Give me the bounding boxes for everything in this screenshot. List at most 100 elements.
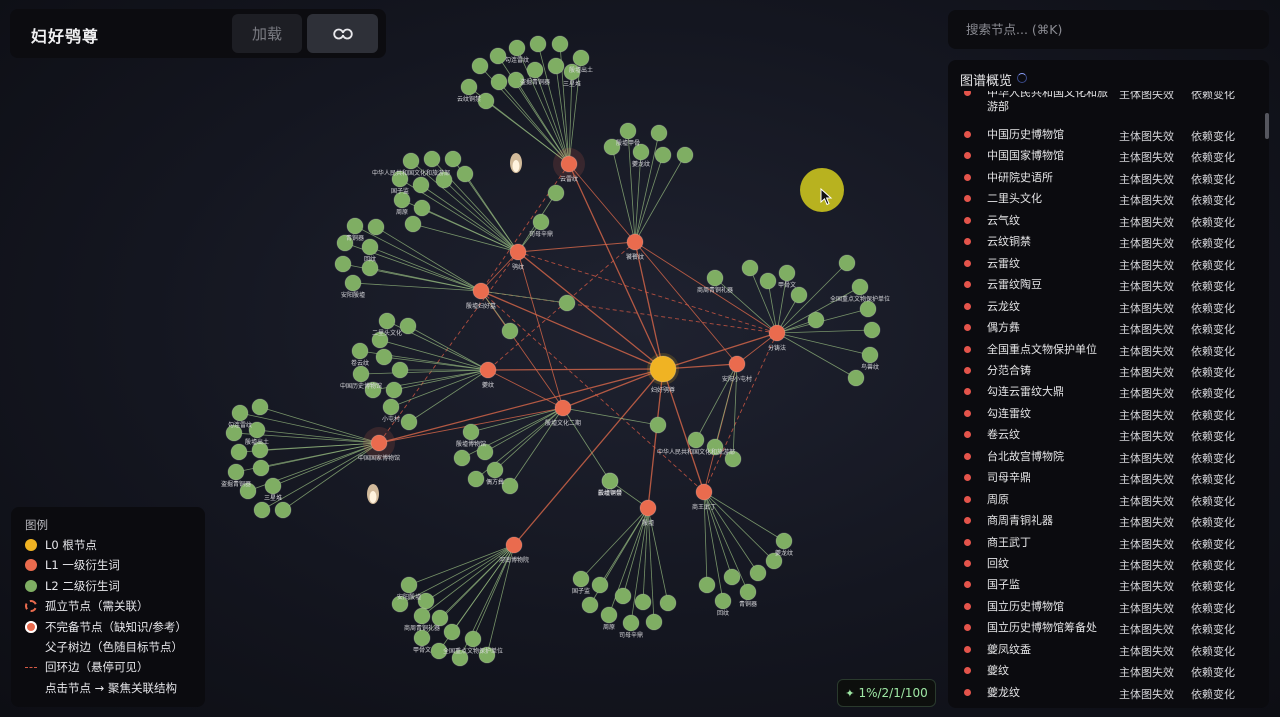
l2-node[interactable] — [501, 322, 519, 340]
l2-node[interactable] — [400, 413, 418, 431]
l2-node[interactable] — [775, 532, 793, 550]
l2-node[interactable] — [861, 346, 879, 364]
l1-node[interactable] — [768, 324, 786, 342]
l2-node[interactable] — [739, 583, 757, 601]
l2-node[interactable] — [230, 443, 248, 461]
l2-node[interactable] — [847, 369, 865, 387]
l2-node[interactable] — [532, 213, 550, 231]
l2-node[interactable] — [382, 398, 400, 416]
list-item[interactable]: 分范合铸 主体图失效 依赖变化 — [948, 361, 1258, 382]
list-item[interactable]: 国子监 主体图失效 依赖变化 — [948, 575, 1258, 596]
l2-node[interactable] — [650, 124, 668, 142]
list-item[interactable]: 中华人民共和国文化和旅游部 主体图失效 依赖变化 — [948, 91, 1258, 113]
list-item[interactable]: 司母辛鼎 主体图失效 依赖变化 — [948, 468, 1258, 489]
l2-node[interactable] — [601, 472, 619, 490]
list-item[interactable]: 回纹 主体图失效 依赖变化 — [948, 554, 1258, 575]
l2-node[interactable] — [645, 613, 663, 631]
l2-node[interactable] — [412, 176, 430, 194]
l2-node[interactable] — [253, 501, 271, 519]
l2-node[interactable] — [274, 501, 292, 519]
l2-node[interactable] — [622, 614, 640, 632]
list-item[interactable]: 中国历史博物馆 主体图失效 依赖变化 — [948, 125, 1258, 146]
l2-node[interactable] — [227, 463, 245, 481]
l2-node[interactable] — [351, 342, 369, 360]
l2-node[interactable] — [400, 576, 418, 594]
l1-node[interactable] — [695, 483, 713, 501]
l2-node[interactable] — [453, 449, 471, 467]
l1-node[interactable] — [509, 243, 527, 261]
list-item[interactable]: 云雷纹陶豆 主体图失效 依赖变化 — [948, 275, 1258, 296]
l2-node[interactable] — [619, 122, 637, 140]
l2-node[interactable] — [790, 286, 808, 304]
l2-node[interactable] — [659, 594, 677, 612]
l2-node[interactable] — [614, 587, 632, 605]
l2-node[interactable] — [423, 150, 441, 168]
list-item[interactable]: 二里头文化 主体图失效 依赖变化 — [948, 189, 1258, 210]
l2-node[interactable] — [547, 184, 565, 202]
l2-node[interactable] — [572, 49, 590, 67]
l2-node[interactable] — [778, 264, 796, 282]
l2-node[interactable] — [723, 568, 741, 586]
list-item[interactable]: 商王武丁 主体图失效 依赖变化 — [948, 533, 1258, 554]
l2-node[interactable] — [231, 404, 249, 422]
l2-node[interactable] — [431, 609, 449, 627]
l2-node[interactable] — [456, 165, 474, 183]
l2-node[interactable] — [676, 146, 694, 164]
l2-node[interactable] — [591, 576, 609, 594]
list-item[interactable]: 中国国家博物馆 主体图失效 依赖变化 — [948, 146, 1258, 167]
l2-node[interactable] — [251, 398, 269, 416]
list-item[interactable]: 国立历史博物馆筹备处 主体图失效 依赖变化 — [948, 618, 1258, 639]
list-item[interactable]: 勾连云雷纹大鼎 主体图失效 依赖变化 — [948, 382, 1258, 403]
l2-node[interactable] — [399, 317, 417, 335]
list-item[interactable]: 国立历史博物馆 主体图失效 依赖变化 — [948, 597, 1258, 618]
l2-node[interactable] — [464, 630, 482, 648]
list-item[interactable]: 夔龙纹 主体图失效 依赖变化 — [948, 683, 1258, 703]
list-item[interactable]: 夔纹 主体图失效 依赖变化 — [948, 661, 1258, 682]
l2-node[interactable] — [851, 278, 869, 296]
l2-node[interactable] — [375, 348, 393, 366]
l2-node[interactable] — [741, 259, 759, 277]
l2-node[interactable] — [486, 461, 504, 479]
l2-node[interactable] — [859, 300, 877, 318]
list-item[interactable]: 卷云纹 主体图失效 依赖变化 — [948, 425, 1258, 446]
l2-node[interactable] — [529, 35, 547, 53]
list-item[interactable]: 云龙纹 主体图失效 依赖变化 — [948, 297, 1258, 318]
l2-node[interactable] — [600, 606, 618, 624]
l2-node[interactable] — [378, 312, 396, 330]
l2-node[interactable] — [413, 607, 431, 625]
l2-node[interactable] — [526, 61, 544, 79]
l2-node[interactable] — [444, 150, 462, 168]
l2-node[interactable] — [367, 218, 385, 236]
list-item[interactable]: 云雷纹 主体图失效 依赖变化 — [948, 254, 1258, 275]
l2-node[interactable] — [385, 381, 403, 399]
l2-node[interactable] — [551, 35, 569, 53]
node-list[interactable]: 中华人民共和国文化和旅游部 主体图失效 依赖变化 中国历史博物馆 主体图失效 依赖变化 中国… — [948, 91, 1258, 703]
l1-node[interactable] — [505, 536, 523, 554]
list-item[interactable]: 云气纹 主体图失效 依赖变化 — [948, 211, 1258, 232]
list-item[interactable]: 云纹铜禁 主体图失效 依赖变化 — [948, 232, 1258, 253]
l2-node[interactable] — [508, 39, 526, 57]
list-item[interactable]: 偶方彝 主体图失效 依赖变化 — [948, 318, 1258, 339]
l1-node[interactable] — [554, 399, 572, 417]
l2-node[interactable] — [581, 596, 599, 614]
l2-node[interactable] — [749, 564, 767, 582]
link-button[interactable] — [307, 14, 378, 53]
root-node[interactable] — [649, 355, 677, 383]
l2-node[interactable] — [649, 416, 667, 434]
l2-node[interactable] — [490, 73, 508, 91]
search-input[interactable] — [948, 10, 1269, 49]
list-item[interactable]: 中研院史语所 主体图失效 依赖变化 — [948, 168, 1258, 189]
l2-node[interactable] — [558, 294, 576, 312]
list-item[interactable]: 台北故宫博物院 主体图失效 依赖变化 — [948, 447, 1258, 468]
l2-node[interactable] — [460, 78, 478, 96]
l2-node[interactable] — [714, 592, 732, 610]
l2-node[interactable] — [547, 57, 565, 75]
l1-node[interactable] — [472, 282, 490, 300]
l2-node[interactable] — [634, 593, 652, 611]
l1-node[interactable] — [370, 434, 388, 452]
list-item[interactable]: 夔凤纹盉 主体图失效 依赖变化 — [948, 640, 1258, 661]
l2-node[interactable] — [252, 459, 270, 477]
load-button[interactable]: 加载 — [232, 14, 302, 53]
l2-node[interactable] — [346, 217, 364, 235]
l2-node[interactable] — [264, 477, 282, 495]
